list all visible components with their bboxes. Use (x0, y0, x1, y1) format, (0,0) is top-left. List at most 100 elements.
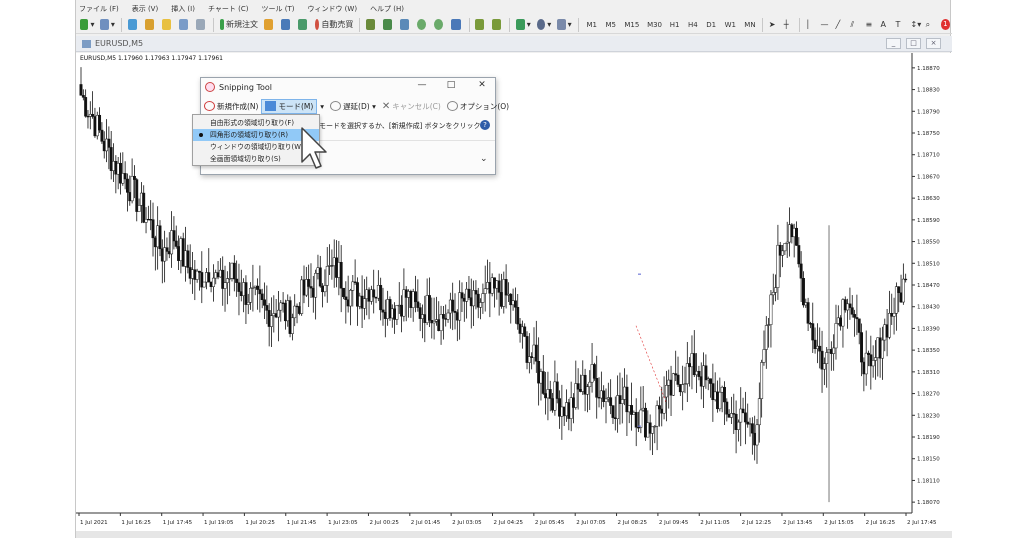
candle-body (88, 113, 92, 117)
candle-body (511, 300, 515, 306)
mode-dropdown-arrow[interactable]: ▾ (317, 99, 327, 114)
candle-body (360, 295, 364, 309)
options-button[interactable]: オプション(O) (444, 99, 512, 114)
new-order-button[interactable]: 新規注文 (218, 17, 260, 33)
timeframe-h4[interactable]: H4 (684, 17, 700, 33)
new-chart-button[interactable]: ▾ (78, 17, 96, 33)
candle-chart-icon (383, 19, 393, 30)
snip-minimize-button[interactable]: — (411, 80, 433, 90)
mode-button[interactable]: モード(M) (261, 98, 318, 114)
text-tool-button[interactable]: A (879, 17, 892, 33)
timeframe-h1[interactable]: H1 (666, 17, 682, 33)
timeframe-w1[interactable]: W1 (721, 17, 739, 33)
new-snip-button[interactable]: 新規作成(N) (201, 99, 261, 114)
crosshair-tool-button[interactable]: ┼ (782, 17, 795, 33)
indicators-button[interactable]: ▾ (514, 17, 532, 33)
new-chart-icon (80, 19, 89, 30)
profiles-button[interactable]: ▾ (98, 17, 116, 33)
bar-chart-button[interactable] (364, 17, 379, 33)
candle-body (697, 370, 701, 377)
fibonacci-button[interactable]: ≡ (864, 17, 877, 33)
timeframe-m15[interactable]: M15 (620, 17, 641, 33)
timeframe-d1[interactable]: D1 (702, 17, 718, 33)
cursor-tool-button[interactable]: ➤ (767, 17, 780, 33)
price-tick-label: 1.18270 (917, 392, 940, 398)
candle-body (725, 401, 729, 415)
alert-badge-icon: 1 (940, 19, 950, 30)
snip-maximize-button[interactable]: □ (440, 80, 462, 90)
alerts-button[interactable]: 1 (939, 17, 952, 33)
timeframe-m30[interactable]: M30 (643, 17, 664, 33)
signals-button[interactable] (279, 17, 294, 33)
crosshair-icon: ┼ (783, 20, 789, 29)
candle-body (274, 313, 278, 318)
candle-body (446, 312, 450, 320)
candle-body (167, 251, 171, 255)
delay-button[interactable]: 遅延(D) ▾ (327, 99, 379, 114)
trendline-button[interactable]: ╱ (834, 17, 847, 33)
menu-window[interactable]: ウィンドウ (W) (307, 2, 357, 16)
navigator-button[interactable] (143, 17, 158, 33)
horizontal-line-button[interactable]: — (819, 17, 832, 33)
expand-chevron-icon[interactable]: ⌄ (480, 154, 488, 164)
periods-button[interactable]: ▾ (535, 17, 553, 33)
candle-body (681, 384, 685, 393)
market-watch-button[interactable] (126, 17, 141, 33)
channel-button[interactable]: ⫽ (849, 17, 862, 33)
help-icon[interactable]: ? (480, 120, 490, 130)
menu-tools[interactable]: ツール (T) (261, 2, 294, 16)
vertical-line-button[interactable]: │ (804, 17, 817, 33)
folder-button[interactable] (160, 17, 175, 33)
text-label-button[interactable]: T (894, 17, 907, 33)
autotrade-button[interactable]: 自動売買 (313, 17, 355, 33)
menu-help[interactable]: ヘルプ (H) (370, 2, 404, 16)
menu-chart[interactable]: チャート (C) (208, 2, 249, 16)
close-button[interactable]: × (926, 38, 941, 49)
chart-shift-button[interactable] (490, 17, 505, 33)
snip-close-button[interactable]: ✕ (471, 80, 493, 90)
candle-body (741, 408, 745, 414)
candle-body (119, 162, 122, 184)
zoom-in-button[interactable] (415, 17, 430, 33)
tile-windows-button[interactable] (449, 17, 464, 33)
time-tick-label: 2 Jul 05:45 (535, 520, 565, 526)
candle-body (153, 237, 157, 248)
search-button[interactable]: ⌕ (924, 17, 937, 33)
candle-chart-button[interactable] (381, 17, 396, 33)
market-button[interactable] (296, 17, 311, 33)
candle-body (862, 361, 866, 375)
terminal-button[interactable] (177, 17, 192, 33)
market-icon (298, 19, 308, 30)
templates-button[interactable]: ▾ (555, 17, 573, 33)
time-tick-label: 2 Jul 17:45 (907, 520, 937, 526)
mouse-pointer-icon (301, 127, 327, 169)
menu-file[interactable]: ファイル (F) (79, 2, 119, 16)
candle-body (204, 272, 208, 283)
metaeditor-button[interactable] (262, 17, 277, 33)
candle-body (346, 299, 350, 307)
candle-body (713, 391, 717, 401)
price-tick-label: 1.18670 (917, 174, 940, 180)
arrows-button[interactable]: ↕▾ (909, 17, 922, 33)
timeframe-m1[interactable]: M1 (583, 17, 600, 33)
menu-view[interactable]: 表示 (V) (132, 2, 158, 16)
candle-body (613, 417, 617, 419)
candle-body (253, 285, 257, 288)
tester-button[interactable] (194, 17, 209, 33)
metaeditor-icon (264, 19, 274, 30)
timeframe-m5[interactable]: M5 (601, 17, 618, 33)
timeframe-mn[interactable]: MN (740, 17, 758, 33)
candle-body (820, 350, 824, 370)
line-chart-button[interactable] (398, 17, 413, 33)
restore-button[interactable]: □ (906, 38, 921, 49)
menu-insert[interactable]: 挿入 (I) (171, 2, 195, 16)
zoom-out-button[interactable] (432, 17, 447, 33)
price-tick-label: 1.18230 (917, 413, 940, 419)
candle-body (267, 310, 271, 327)
auto-scroll-button[interactable] (473, 17, 488, 33)
minimize-button[interactable]: _ (886, 38, 901, 49)
cancel-button[interactable]: ✕ キャンセル(C) (379, 99, 444, 114)
new-order-label: 新規注文 (226, 20, 259, 29)
candle-body (869, 354, 873, 367)
candle-body (762, 349, 766, 363)
